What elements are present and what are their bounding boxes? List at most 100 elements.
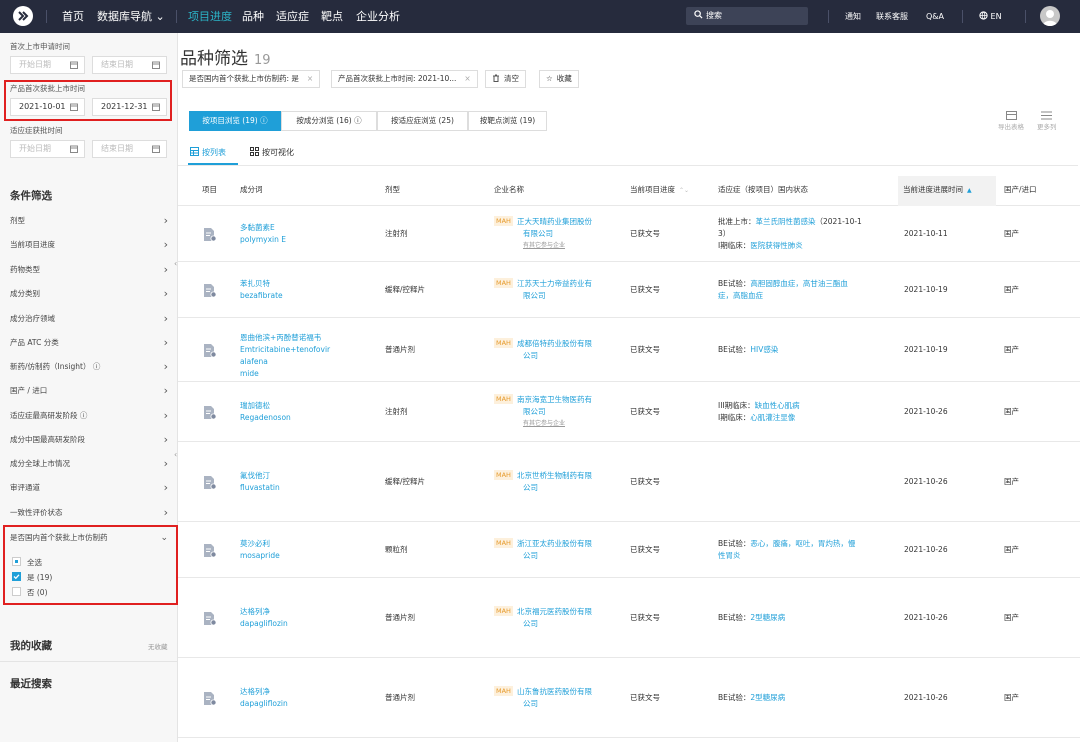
avatar[interactable] <box>1040 6 1060 26</box>
document-icon[interactable] <box>203 227 217 242</box>
nav-target[interactable]: 靶点 <box>321 0 343 33</box>
table-row[interactable]: 氟伐他汀 fluvastatin 缓释/控释片 MAH 北京世桥生物制药有限 公司 已获文号… <box>178 442 1080 522</box>
filter-item[interactable]: 成分中国最高研发阶段 › <box>0 428 177 452</box>
filter-tag[interactable]: 产品首次获批上市时间: 2021-10... × <box>331 70 478 88</box>
filter-item[interactable]: 产品 ATC 分类 › <box>0 331 177 355</box>
document-icon[interactable] <box>203 283 217 298</box>
ingredient-name-cn[interactable]: 氟伐他汀 <box>240 470 360 482</box>
customer-service-link[interactable]: 联系客服 <box>876 0 908 33</box>
company-name[interactable]: 山东鲁抗医药股份有限 <box>517 687 592 696</box>
indication-name[interactable]: 2型糖尿病 <box>750 693 785 702</box>
collapse-handle[interactable]: ‹ <box>174 450 177 459</box>
indication-name[interactable]: 症，高脂血症 <box>718 291 763 300</box>
filter-tag[interactable]: 是否国内首个获批上市仿制药: 是 × <box>182 70 321 88</box>
company-name[interactable]: 公司 <box>494 698 614 710</box>
filter-item[interactable]: 新药/仿制药（Insight） ⓘ › <box>0 355 177 379</box>
company-name[interactable]: 江苏天士力帝益药业有 <box>517 279 592 288</box>
search-input[interactable]: 搜索 <box>686 7 808 25</box>
nav-variety[interactable]: 品种 <box>242 0 264 33</box>
table-row[interactable]: 莫沙必利 mosapride 颗粒剂 MAH 浙江亚太药业股份有限 公司 已获文号 BE试验：… <box>178 522 1080 578</box>
notifications-link[interactable]: 通知 <box>845 0 861 33</box>
filter-item[interactable]: 成分全球上市情况 › <box>0 452 177 476</box>
ingredient-name-cn[interactable]: 达格列净 <box>240 606 360 618</box>
filter-item[interactable]: 审评通道 › <box>0 476 177 500</box>
tab-by-project[interactable]: 按项目浏览 (19) ⓘ <box>189 111 281 131</box>
collapse-handle[interactable]: ‹ <box>174 259 177 268</box>
tab-by-ingredient[interactable]: 按成分浏览 (16) ⓘ <box>281 111 377 131</box>
indication-approval-end-date[interactable]: 结束日期 <box>92 140 167 158</box>
ingredient-name-en[interactable]: dapagliflozin <box>240 618 360 630</box>
column-header-sorted[interactable]: 当前进度进展时间 ▲ <box>903 180 972 200</box>
company-name[interactable]: 正大天晴药业集团股份 <box>517 217 592 226</box>
company-name[interactable]: 北京世桥生物制药有限 <box>517 471 592 480</box>
qa-link[interactable]: Q&A <box>926 0 944 33</box>
filter-item[interactable]: 成分类别 › <box>0 282 177 306</box>
filter-item[interactable]: 药物类型 › <box>0 258 177 282</box>
subtab-list[interactable]: 按列表 <box>190 147 226 158</box>
indication-name[interactable]: 医院获得性肺炎 <box>750 241 803 250</box>
document-icon[interactable] <box>203 691 217 706</box>
table-row[interactable]: 达格列净 dapagliflozin 普通片剂 MAH 北京福元医药股份有限 公司 已获文号… <box>178 578 1080 658</box>
clear-button[interactable]: 清空 <box>485 70 526 88</box>
indication-name[interactable]: 革兰氏阴性菌感染 <box>756 217 816 226</box>
nav-project-progress[interactable]: 项目进度 <box>188 0 232 33</box>
indication-name[interactable]: 2型糖尿病 <box>750 613 785 622</box>
close-icon[interactable]: × <box>464 74 470 83</box>
company-name[interactable]: 成都倍特药业股份有限 <box>517 339 592 348</box>
ingredient-name-cn[interactable]: 瑞加德松 <box>240 400 360 412</box>
company-name[interactable]: 有限公司 <box>494 228 614 240</box>
subtab-visual[interactable]: 按可视化 <box>250 147 294 158</box>
nav-company-analysis[interactable]: 企业分析 <box>356 0 400 33</box>
first-application-end-date[interactable]: 结束日期 <box>92 56 167 74</box>
ingredient-name-cn[interactable]: 莫沙必利 <box>240 538 360 550</box>
other-participants-link[interactable]: 有其它参与企业 <box>494 240 614 252</box>
first-application-start-date[interactable]: 开始日期 <box>10 56 85 74</box>
ingredient-name-cn[interactable]: 恩曲他滨+丙酚替诺福韦 <box>240 332 360 344</box>
table-row[interactable]: 瑞加德松 Regadenoson 注射剂 MAH 南京海宽卫生物医药有 限公司 有其它参与企… <box>178 382 1080 442</box>
nav-database[interactable]: 数据库导航 ⌄ <box>97 0 165 33</box>
document-icon[interactable] <box>203 343 217 358</box>
filter-item[interactable]: 适应症最高研发阶段 ⓘ › <box>0 404 177 428</box>
tab-by-target[interactable]: 按靶点浏览 (19) <box>468 111 547 131</box>
more-columns-button[interactable]: 更多列 <box>1037 111 1057 131</box>
document-icon[interactable] <box>203 405 217 420</box>
filter-item[interactable]: 成分治疗领域 › <box>0 307 177 331</box>
filter-item[interactable]: 当前项目进度 › <box>0 233 177 257</box>
table-row[interactable]: 多黏菌素E polymyxin E 注射剂 MAH 正大天晴药业集团股份 有限公司 有其它参… <box>178 206 1080 262</box>
indication-name[interactable]: 性胃炎 <box>718 551 741 560</box>
other-participants-link[interactable]: 有其它参与企业 <box>494 418 614 430</box>
ingredient-name-en[interactable]: fluvastatin <box>240 482 360 494</box>
company-name[interactable]: 公司 <box>494 618 614 630</box>
filter-item[interactable]: 一致性评价状态 › <box>0 501 177 525</box>
ingredient-name-en[interactable]: Emtricitabine+tenofovir alafena <box>240 344 360 368</box>
company-name[interactable]: 公司 <box>494 550 614 562</box>
language-switch[interactable]: EN <box>979 0 1002 33</box>
sort-icon[interactable]: ⌃⌄ <box>679 187 689 194</box>
ingredient-name-en[interactable]: polymyxin E <box>240 234 360 246</box>
table-row[interactable]: 恩曲他滨+丙酚替诺福韦 Emtricitabine+tenofovir alafe… <box>178 318 1080 382</box>
company-name[interactable]: 北京福元医药股份有限 <box>517 607 592 616</box>
ingredient-name-cn[interactable]: 达格列净 <box>240 686 360 698</box>
nav-home[interactable]: 首页 <box>62 0 84 33</box>
table-row[interactable]: 达格列净 dapagliflozin 普通片剂 MAH 山东鲁抗医药股份有限 公司 已获文号… <box>178 658 1080 738</box>
ingredient-name-en[interactable]: mide <box>240 368 360 380</box>
indication-name[interactable]: 高胆固醇血症，高甘油三酯血 <box>750 279 848 288</box>
filter-item[interactable]: 剂型 › <box>0 209 177 233</box>
document-icon[interactable] <box>203 611 217 626</box>
filter-item[interactable]: 国产 / 进口 › <box>0 379 177 403</box>
tab-by-indication[interactable]: 按适应症浏览 (25) <box>377 111 468 131</box>
indication-name[interactable]: HIV感染 <box>750 345 778 354</box>
company-name[interactable]: 限公司 <box>494 406 614 418</box>
company-name[interactable]: 限公司 <box>494 290 614 302</box>
document-icon[interactable] <box>203 475 217 490</box>
ingredient-name-en[interactable]: mosapride <box>240 550 360 562</box>
company-name[interactable]: 南京海宽卫生物医药有 <box>517 395 592 404</box>
indication-approval-start-date[interactable]: 开始日期 <box>10 140 85 158</box>
company-name[interactable]: 公司 <box>494 482 614 494</box>
indication-name[interactable]: 恶心，腹痛，呕吐，胃灼热，慢 <box>750 539 855 548</box>
ingredient-name-cn[interactable]: 多黏菌素E <box>240 222 360 234</box>
indication-name[interactable]: 缺血性心肌病 <box>755 401 800 410</box>
collect-button[interactable]: ☆ 收藏 <box>539 70 579 88</box>
ingredient-name-cn[interactable]: 苯扎贝特 <box>240 278 360 290</box>
ingredient-name-en[interactable]: dapagliflozin <box>240 698 360 710</box>
